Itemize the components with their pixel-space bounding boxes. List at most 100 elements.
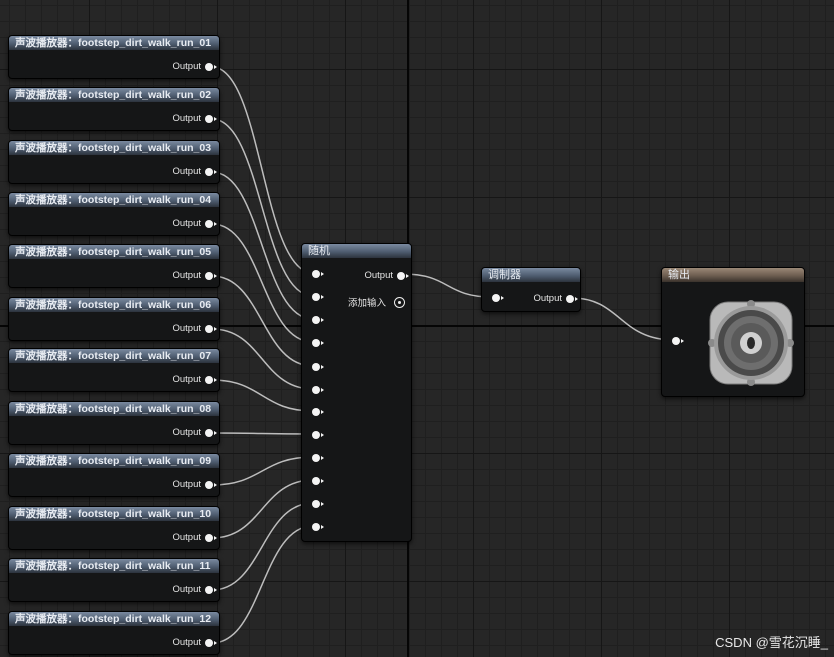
output-label: Output	[172, 61, 201, 72]
input-pin-icon[interactable]	[672, 337, 684, 345]
wire	[211, 379, 314, 412]
node-title: 调制器	[482, 268, 580, 282]
output-pin-row[interactable]: Output	[172, 374, 217, 385]
output-label: Output	[172, 270, 201, 281]
output-pin-icon[interactable]	[205, 480, 217, 489]
wave-player-node[interactable]: 声波播放器：footstep_dirt_walk_run_01 Output	[8, 35, 220, 79]
node-title: 声波播放器：footstep_dirt_walk_run_05	[9, 245, 219, 259]
input-pin-icon[interactable]	[312, 408, 324, 416]
output-pin-row[interactable]: Output	[172, 270, 217, 281]
output-pin-icon[interactable]	[205, 533, 217, 542]
output-node[interactable]: 输出	[661, 267, 805, 397]
output-pin-row[interactable]: Output	[172, 113, 217, 124]
output-pin-icon[interactable]	[397, 271, 409, 280]
node-title: 声波播放器：footstep_dirt_walk_run_11	[9, 559, 219, 573]
input-pin-icon[interactable]	[492, 294, 504, 302]
output-pin-row[interactable]: Output	[533, 293, 578, 304]
input-pin-icon[interactable]	[312, 339, 324, 347]
output-pin-icon[interactable]	[205, 114, 217, 123]
output-pin-icon[interactable]	[205, 324, 217, 333]
output-label: Output	[172, 532, 201, 543]
output-pin-icon[interactable]	[205, 585, 217, 594]
output-pin-icon[interactable]	[205, 219, 217, 228]
wire	[211, 171, 314, 320]
wave-player-node[interactable]: 声波播放器：footstep_dirt_walk_run_07 Output	[8, 348, 220, 392]
output-pin-row[interactable]: Output	[172, 584, 217, 595]
add-input-label: 添加输入	[347, 298, 386, 309]
node-title: 声波播放器：footstep_dirt_walk_run_04	[9, 193, 219, 207]
output-pin-row[interactable]: Output	[172, 637, 217, 648]
wave-player-node[interactable]: 声波播放器：footstep_dirt_walk_run_03 Output	[8, 140, 220, 184]
node-title: 声波播放器：footstep_dirt_walk_run_03	[9, 141, 219, 155]
output-label: Output	[533, 293, 562, 304]
wire	[211, 502, 314, 591]
input-pin-icon[interactable]	[312, 293, 324, 301]
node-title: 声波播放器：footstep_dirt_walk_run_06	[9, 298, 219, 312]
output-pin-row[interactable]: Output	[172, 427, 217, 438]
node-title: 声波播放器：footstep_dirt_walk_run_01	[9, 36, 219, 50]
node-title: 声波播放器：footstep_dirt_walk_run_08	[9, 402, 219, 416]
random-node[interactable]: 随机 Output 添加输入	[301, 243, 412, 542]
modulator-node[interactable]: 调制器 Output	[481, 267, 581, 312]
wire	[211, 525, 314, 644]
wave-player-node[interactable]: 声波播放器：footstep_dirt_walk_run_04 Output	[8, 192, 220, 236]
node-title: 声波播放器：footstep_dirt_walk_run_12	[9, 612, 219, 626]
wave-player-node[interactable]: 声波播放器：footstep_dirt_walk_run_05 Output	[8, 244, 220, 288]
wave-player-node[interactable]: 声波播放器：footstep_dirt_walk_run_11 Output	[8, 558, 220, 602]
node-title: 声波播放器：footstep_dirt_walk_run_02	[9, 88, 219, 102]
node-title: 声波播放器：footstep_dirt_walk_run_09	[9, 454, 219, 468]
wave-player-node[interactable]: 声波播放器：footstep_dirt_walk_run_08 Output	[8, 401, 220, 445]
add-circle-icon[interactable]	[394, 296, 405, 308]
output-label: Output	[172, 479, 201, 490]
output-label: Output	[172, 374, 201, 385]
input-pin-icon[interactable]	[312, 431, 324, 439]
wave-player-node[interactable]: 声波播放器：footstep_dirt_walk_run_10 Output	[8, 506, 220, 550]
wire	[571, 297, 675, 341]
node-title: 声波播放器：footstep_dirt_walk_run_10	[9, 507, 219, 521]
input-pin-icon[interactable]	[312, 363, 324, 371]
output-pin-icon[interactable]	[205, 638, 217, 647]
output-label: Output	[172, 637, 201, 648]
output-label: Output	[172, 166, 201, 177]
input-pin-icon[interactable]	[312, 523, 324, 531]
output-pin-row[interactable]: Output	[172, 479, 217, 490]
input-pin-icon[interactable]	[312, 477, 324, 485]
output-label: Output	[364, 270, 393, 281]
wave-player-node[interactable]: 声波播放器：footstep_dirt_walk_run_06 Output	[8, 297, 220, 341]
watermark: CSDN @雪花沉睡_	[715, 635, 828, 650]
add-input-button[interactable]: 添加输入	[348, 295, 405, 309]
wave-player-node[interactable]: 声波播放器：footstep_dirt_walk_run_09 Output	[8, 453, 220, 497]
output-pin-row[interactable]: Output	[172, 61, 217, 72]
output-pin-icon[interactable]	[205, 62, 217, 71]
input-pin-icon[interactable]	[312, 316, 324, 324]
output-pin-icon[interactable]	[205, 428, 217, 437]
output-pin-icon[interactable]	[205, 167, 217, 176]
output-label: Output	[172, 427, 201, 438]
wire	[211, 223, 314, 343]
output-pin-row[interactable]: Output	[172, 218, 217, 229]
wire	[211, 432, 314, 435]
input-pin-icon[interactable]	[312, 386, 324, 394]
wave-player-node[interactable]: 声波播放器：footstep_dirt_walk_run_02 Output	[8, 87, 220, 131]
wire	[211, 118, 314, 297]
output-pin-row[interactable]: Output	[172, 323, 217, 334]
output-pin-icon[interactable]	[205, 375, 217, 384]
wire	[211, 456, 314, 486]
node-title: 声波播放器：footstep_dirt_walk_run_07	[9, 349, 219, 363]
output-pin-row[interactable]: Output	[364, 270, 409, 281]
output-pin-row[interactable]: Output	[172, 166, 217, 177]
output-label: Output	[172, 584, 201, 595]
output-pin-icon[interactable]	[566, 294, 578, 303]
input-pin-icon[interactable]	[312, 500, 324, 508]
output-label: Output	[172, 218, 201, 229]
input-pin-icon[interactable]	[312, 270, 324, 278]
output-pin-row[interactable]: Output	[172, 532, 217, 543]
node-title: 输出	[662, 268, 804, 282]
wire	[402, 273, 493, 298]
output-label: Output	[172, 323, 201, 334]
speaker-icon	[708, 300, 794, 386]
wave-player-node[interactable]: 声波播放器：footstep_dirt_walk_run_12 Output	[8, 611, 220, 655]
input-pin-icon[interactable]	[312, 454, 324, 462]
output-pin-icon[interactable]	[205, 271, 217, 280]
wire	[211, 66, 314, 274]
